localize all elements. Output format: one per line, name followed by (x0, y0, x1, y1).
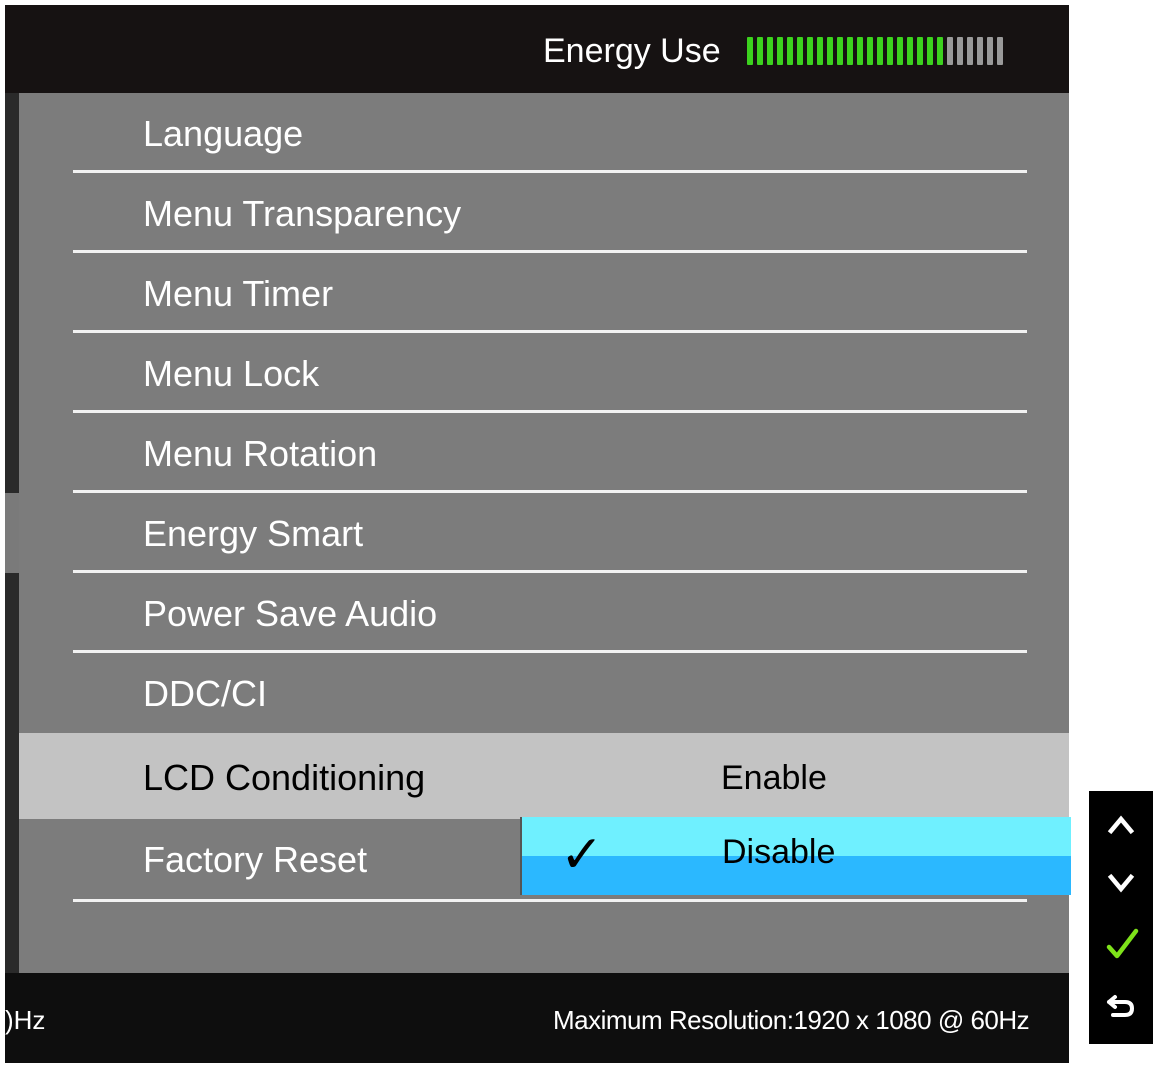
energy-meter-segment (927, 37, 933, 65)
energy-meter-segment (987, 37, 993, 65)
energy-meter-segment (847, 37, 853, 65)
menu-item-menu-timer[interactable]: Menu Timer (19, 253, 1069, 333)
confirm-button[interactable] (1089, 915, 1153, 971)
menu-item-label: Menu Transparency (143, 193, 462, 234)
energy-meter-segment (907, 37, 913, 65)
energy-meter-segment (807, 37, 813, 65)
menu-item-ddc-ci[interactable]: DDC/CI (19, 653, 1069, 733)
checkmark-icon: ✓ (560, 826, 604, 884)
left-tab-highlight (5, 493, 19, 573)
menu-item-label: Menu Rotation (143, 433, 378, 474)
menu-item-power-save-audio[interactable]: Power Save Audio (19, 573, 1069, 653)
menu-panel: Language Menu Transparency Menu Timer Me… (19, 93, 1071, 973)
energy-meter-segment (857, 37, 863, 65)
energy-meter-segment (967, 37, 973, 65)
energy-meter-segment (837, 37, 843, 65)
energy-meter-segment (977, 37, 983, 65)
chevron-down-icon (1107, 873, 1135, 893)
osd-window: Energy Use Language Menu Transparency Me… (5, 5, 1071, 1063)
energy-meter-segment (787, 37, 793, 65)
option-disable-label: Disable (722, 833, 836, 871)
energy-meter-segment (877, 37, 883, 65)
menu-item-label: Power Save Audio (143, 593, 438, 634)
control-buttons (1089, 791, 1153, 1044)
menu-item-label: Menu Timer (143, 273, 334, 314)
energy-meter-segment (997, 37, 1003, 65)
energy-meter-segment (817, 37, 823, 65)
energy-meter-segment (747, 37, 753, 65)
menu-item-label: Factory Reset (143, 839, 368, 880)
menu-item-label: Language (143, 113, 304, 154)
energy-meter-segment (867, 37, 873, 65)
checkmark-icon (1106, 928, 1139, 959)
divider (73, 899, 1027, 902)
energy-meter-segment (957, 37, 963, 65)
menu-item-label: LCD Conditioning (143, 757, 426, 798)
menu-item-language[interactable]: Language (19, 93, 1069, 173)
energy-meter-segment (897, 37, 903, 65)
energy-meter-segment (797, 37, 803, 65)
menu-item-menu-rotation[interactable]: Menu Rotation (19, 413, 1069, 493)
menu-item-energy-smart[interactable]: Energy Smart (19, 493, 1069, 573)
menu-item-label: DDC/CI (143, 673, 267, 714)
energy-meter-segment (937, 37, 943, 65)
energy-meter-segment (777, 37, 783, 65)
menu-item-lcd-conditioning[interactable]: LCD Conditioning Enable (19, 733, 1069, 819)
up-button[interactable] (1089, 797, 1153, 853)
down-button[interactable] (1089, 855, 1153, 911)
option-disable[interactable]: ✓ Disable (520, 817, 1071, 895)
return-icon (1107, 995, 1134, 1017)
chevron-up-icon (1107, 815, 1135, 835)
menu-item-menu-transparency[interactable]: Menu Transparency (19, 173, 1069, 253)
osd-header: Energy Use (5, 5, 1069, 93)
status-text-left: )Hz (5, 1005, 46, 1035)
energy-use-meter (747, 37, 1003, 65)
energy-meter-segment (917, 37, 923, 65)
menu-item-label: Energy Smart (143, 513, 364, 554)
resolution-info: Maximum Resolution:1920 x 1080 @ 60Hz (553, 1005, 1030, 1035)
energy-meter-segment (947, 37, 953, 65)
menu-item-label: Menu Lock (143, 353, 320, 394)
energy-meter-segment (887, 37, 893, 65)
status-bar: )Hz Maximum Resolution:1920 x 1080 @ 60H… (5, 973, 1069, 1063)
energy-meter-segment (767, 37, 773, 65)
energy-meter-segment (827, 37, 833, 65)
energy-meter-segment (757, 37, 763, 65)
back-button[interactable] (1089, 977, 1153, 1033)
menu-item-menu-lock[interactable]: Menu Lock (19, 333, 1069, 413)
energy-use-label: Energy Use (543, 32, 721, 70)
option-enable[interactable]: Enable (721, 757, 827, 799)
